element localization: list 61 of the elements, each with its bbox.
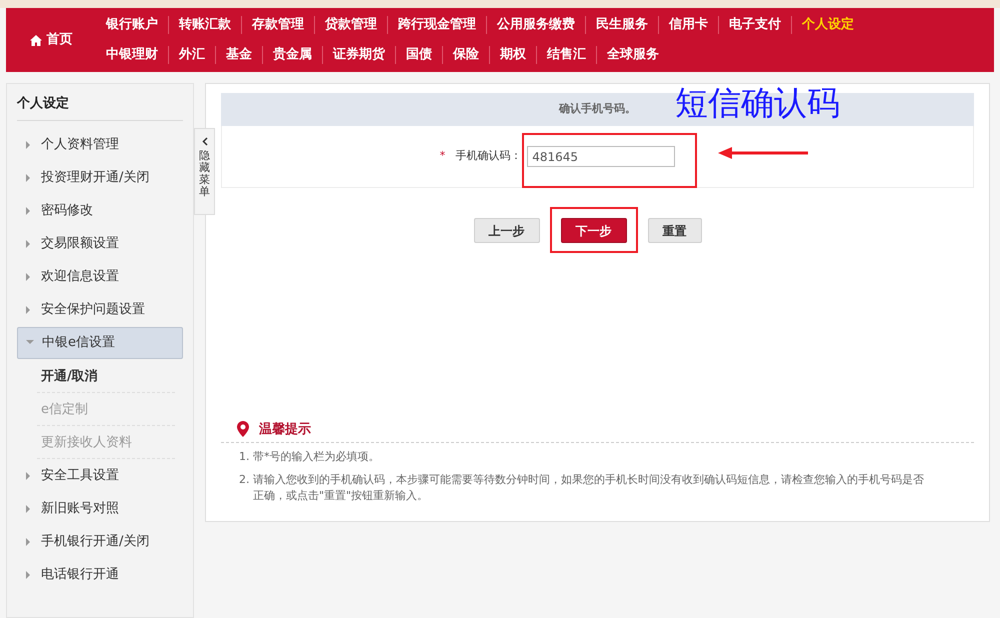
triangle-right-icon: [25, 306, 33, 314]
submenu-item[interactable]: 开通/取消: [37, 360, 175, 393]
sidebar-item[interactable]: 欢迎信息设置: [17, 261, 183, 293]
nav-tab[interactable]: 证券期货: [323, 46, 396, 64]
nav-tab[interactable]: 银行账户: [96, 16, 169, 34]
triangle-right-icon: [25, 571, 33, 579]
triangle-right-icon: [25, 240, 33, 248]
nav-tab[interactable]: 电子支付: [719, 16, 792, 34]
nav-tab[interactable]: 跨行现金管理: [388, 16, 487, 34]
sidebar-item[interactable]: 新旧账号对照: [17, 493, 183, 525]
sidebar-item[interactable]: 密码修改: [17, 195, 183, 227]
sidebar-item[interactable]: 电话银行开通: [17, 559, 183, 591]
nav-tab[interactable]: 保险: [443, 46, 490, 64]
triangle-right-icon: [25, 472, 33, 480]
form-button[interactable]: 上一步: [474, 218, 540, 243]
hide-menu-tab[interactable]: 隐藏菜单: [194, 128, 215, 215]
tip-text: 带*号的输入栏为必填项。: [253, 449, 380, 465]
sidebar-item[interactable]: 安全保护问题设置: [17, 294, 183, 326]
nav-tab[interactable]: 存款管理: [242, 16, 315, 34]
tip-number: 1.: [239, 449, 250, 465]
tips-title: 温馨提示: [259, 420, 311, 438]
tip-number: 2.: [239, 472, 250, 488]
nav-tab[interactable]: 贷款管理: [315, 16, 388, 34]
triangle-right-icon: [25, 207, 33, 215]
nav-tab[interactable]: 基金: [216, 46, 263, 64]
home-link[interactable]: 首页: [6, 8, 96, 72]
nav-tab[interactable]: 转账汇款: [169, 16, 242, 34]
nav-tab[interactable]: 结售汇: [537, 46, 597, 64]
nav-tab[interactable]: 外汇: [169, 46, 216, 64]
next-button[interactable]: 下一步: [560, 218, 626, 243]
tip-text: 请输入您收到的手机确认码，本步骤可能需要等待数分钟时间，如果您的手机长时间没有收到确认码短信息，请检查您输入的手机号码是否正确，或点击"重置"按钮重新输入。: [253, 472, 925, 504]
home-icon: [30, 34, 42, 46]
nav-tab[interactable]: 中银理财: [96, 46, 169, 64]
sidebar-title: 个人设定: [17, 84, 183, 121]
required-mark: *: [440, 148, 446, 164]
triangle-right-icon: [25, 174, 33, 182]
triangle-right-icon: [25, 141, 33, 149]
sidebar-item[interactable]: 个人资料管理: [17, 129, 183, 161]
nav-tab[interactable]: 信用卡: [659, 16, 719, 34]
sidebar-item[interactable]: 手机银行开通/关闭: [17, 526, 183, 558]
annotation-caption: 短信确认码: [675, 83, 840, 123]
triangle-down-icon: [26, 339, 34, 347]
sidebar-item[interactable]: 交易限额设置: [17, 228, 183, 260]
triangle-right-icon: [25, 538, 33, 546]
sidebar-item[interactable]: 投资理财开通/关闭: [17, 162, 183, 194]
form-button[interactable]: 重置: [648, 218, 702, 243]
triangle-right-icon: [25, 273, 33, 281]
nav-tab[interactable]: 期权: [490, 46, 537, 64]
sidebar-item[interactable]: 中银e信设置: [17, 327, 183, 359]
nav-tab[interactable]: 公用服务缴费: [487, 16, 586, 34]
nav-tab[interactable]: 全球服务: [597, 46, 669, 64]
input-field[interactable]: 481645: [527, 146, 676, 167]
sidebar-item[interactable]: 安全工具设置: [17, 460, 183, 492]
chevron-left-icon: [202, 137, 208, 146]
triangle-right-icon: [25, 505, 33, 513]
nav-tab[interactable]: 个人设定: [792, 16, 864, 34]
nav-tab[interactable]: 国债: [396, 46, 443, 64]
nav-tab[interactable]: 民生服务: [586, 16, 659, 34]
field-label: 手机确认码：: [455, 148, 522, 164]
location-pin-icon: [237, 421, 249, 438]
nav-tab[interactable]: 贵金属: [263, 46, 323, 64]
